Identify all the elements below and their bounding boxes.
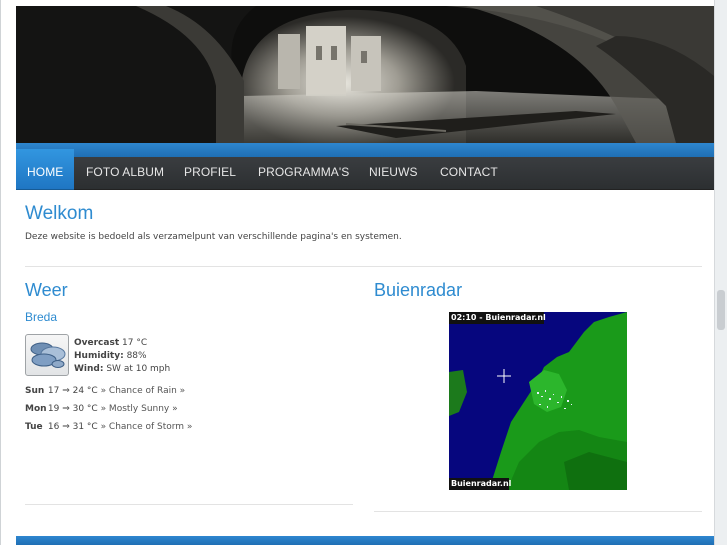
radar-heading: Buienradar bbox=[374, 280, 463, 300]
radar-footer-label: Buienradar.nl bbox=[451, 479, 512, 488]
scrollbar-thumb[interactable] bbox=[717, 290, 725, 330]
forecast-range: 17 ⇒ 24 °C bbox=[47, 386, 98, 396]
nav-item-foto-album[interactable]: FOTO ALBUM bbox=[86, 157, 164, 189]
buienradar-map[interactable]: 02:10 - Buienradar.nl Buienradar.nl bbox=[449, 312, 627, 490]
nav-item-nieuws[interactable]: NIEUWS bbox=[369, 157, 418, 189]
forecast-condition: » Mostly Sunny » bbox=[100, 404, 178, 414]
nav-accent-strip bbox=[16, 143, 714, 157]
humidity-value: 88% bbox=[126, 351, 147, 361]
wind-label: Wind: bbox=[74, 364, 104, 374]
welcome-heading: Welkom bbox=[25, 203, 94, 224]
section-divider bbox=[25, 266, 702, 267]
forecast-range: 19 ⇒ 30 °C bbox=[47, 404, 98, 414]
welcome-text: Deze website is bedoeld als verzamelpunt… bbox=[25, 232, 402, 242]
header-banner-photo bbox=[16, 6, 714, 143]
radar-map-graphic bbox=[449, 312, 627, 490]
current-conditions: Overcast 17 °C Humidity: 88% Wind: SW at… bbox=[74, 337, 170, 376]
forecast-day: Mon bbox=[25, 404, 47, 414]
nav-item-programmas[interactable]: PROGRAMMA'S bbox=[258, 157, 349, 189]
weather-city: Breda bbox=[25, 310, 58, 324]
forecast-condition: » Chance of Storm » bbox=[100, 422, 193, 432]
forecast-range: 16 ⇒ 31 °C bbox=[47, 422, 98, 432]
radar-time-label: 02:10 - Buienradar.nl bbox=[451, 313, 546, 322]
humidity-label: Humidity: bbox=[74, 351, 124, 361]
overcast-clouds-icon bbox=[25, 334, 69, 376]
nav-item-profiel[interactable]: PROFIEL bbox=[184, 157, 236, 189]
forecast-day: Sun bbox=[25, 386, 45, 396]
weather-heading: Weer bbox=[25, 280, 68, 300]
forecast-row: Sun 17 ⇒ 24 °C » Chance of Rain » bbox=[25, 386, 185, 396]
wind-value: SW at 10 mph bbox=[106, 364, 171, 374]
forecast-condition: » Chance of Rain » bbox=[100, 386, 186, 396]
current-temperature: 17 °C bbox=[122, 338, 148, 348]
current-condition: Overcast bbox=[74, 338, 120, 348]
weather-divider bbox=[25, 504, 353, 505]
forecast-day: Tue bbox=[25, 422, 43, 432]
vertical-scrollbar[interactable] bbox=[714, 0, 727, 545]
radar-divider bbox=[374, 511, 702, 512]
nav-item-contact[interactable]: CONTACT bbox=[440, 157, 498, 189]
main-navigation: HOME FOTO ALBUM PROFIEL PROGRAMMA'S NIEU… bbox=[16, 149, 714, 190]
footer-accent-bar bbox=[16, 536, 714, 545]
forecast-row: Tue 16 ⇒ 31 °C » Chance of Storm » bbox=[25, 422, 192, 432]
window-left-edge bbox=[0, 0, 1, 545]
tunnel-canal-image bbox=[16, 6, 714, 143]
forecast-row: Mon 19 ⇒ 30 °C » Mostly Sunny » bbox=[25, 404, 178, 414]
nav-item-home[interactable]: HOME bbox=[16, 149, 75, 189]
